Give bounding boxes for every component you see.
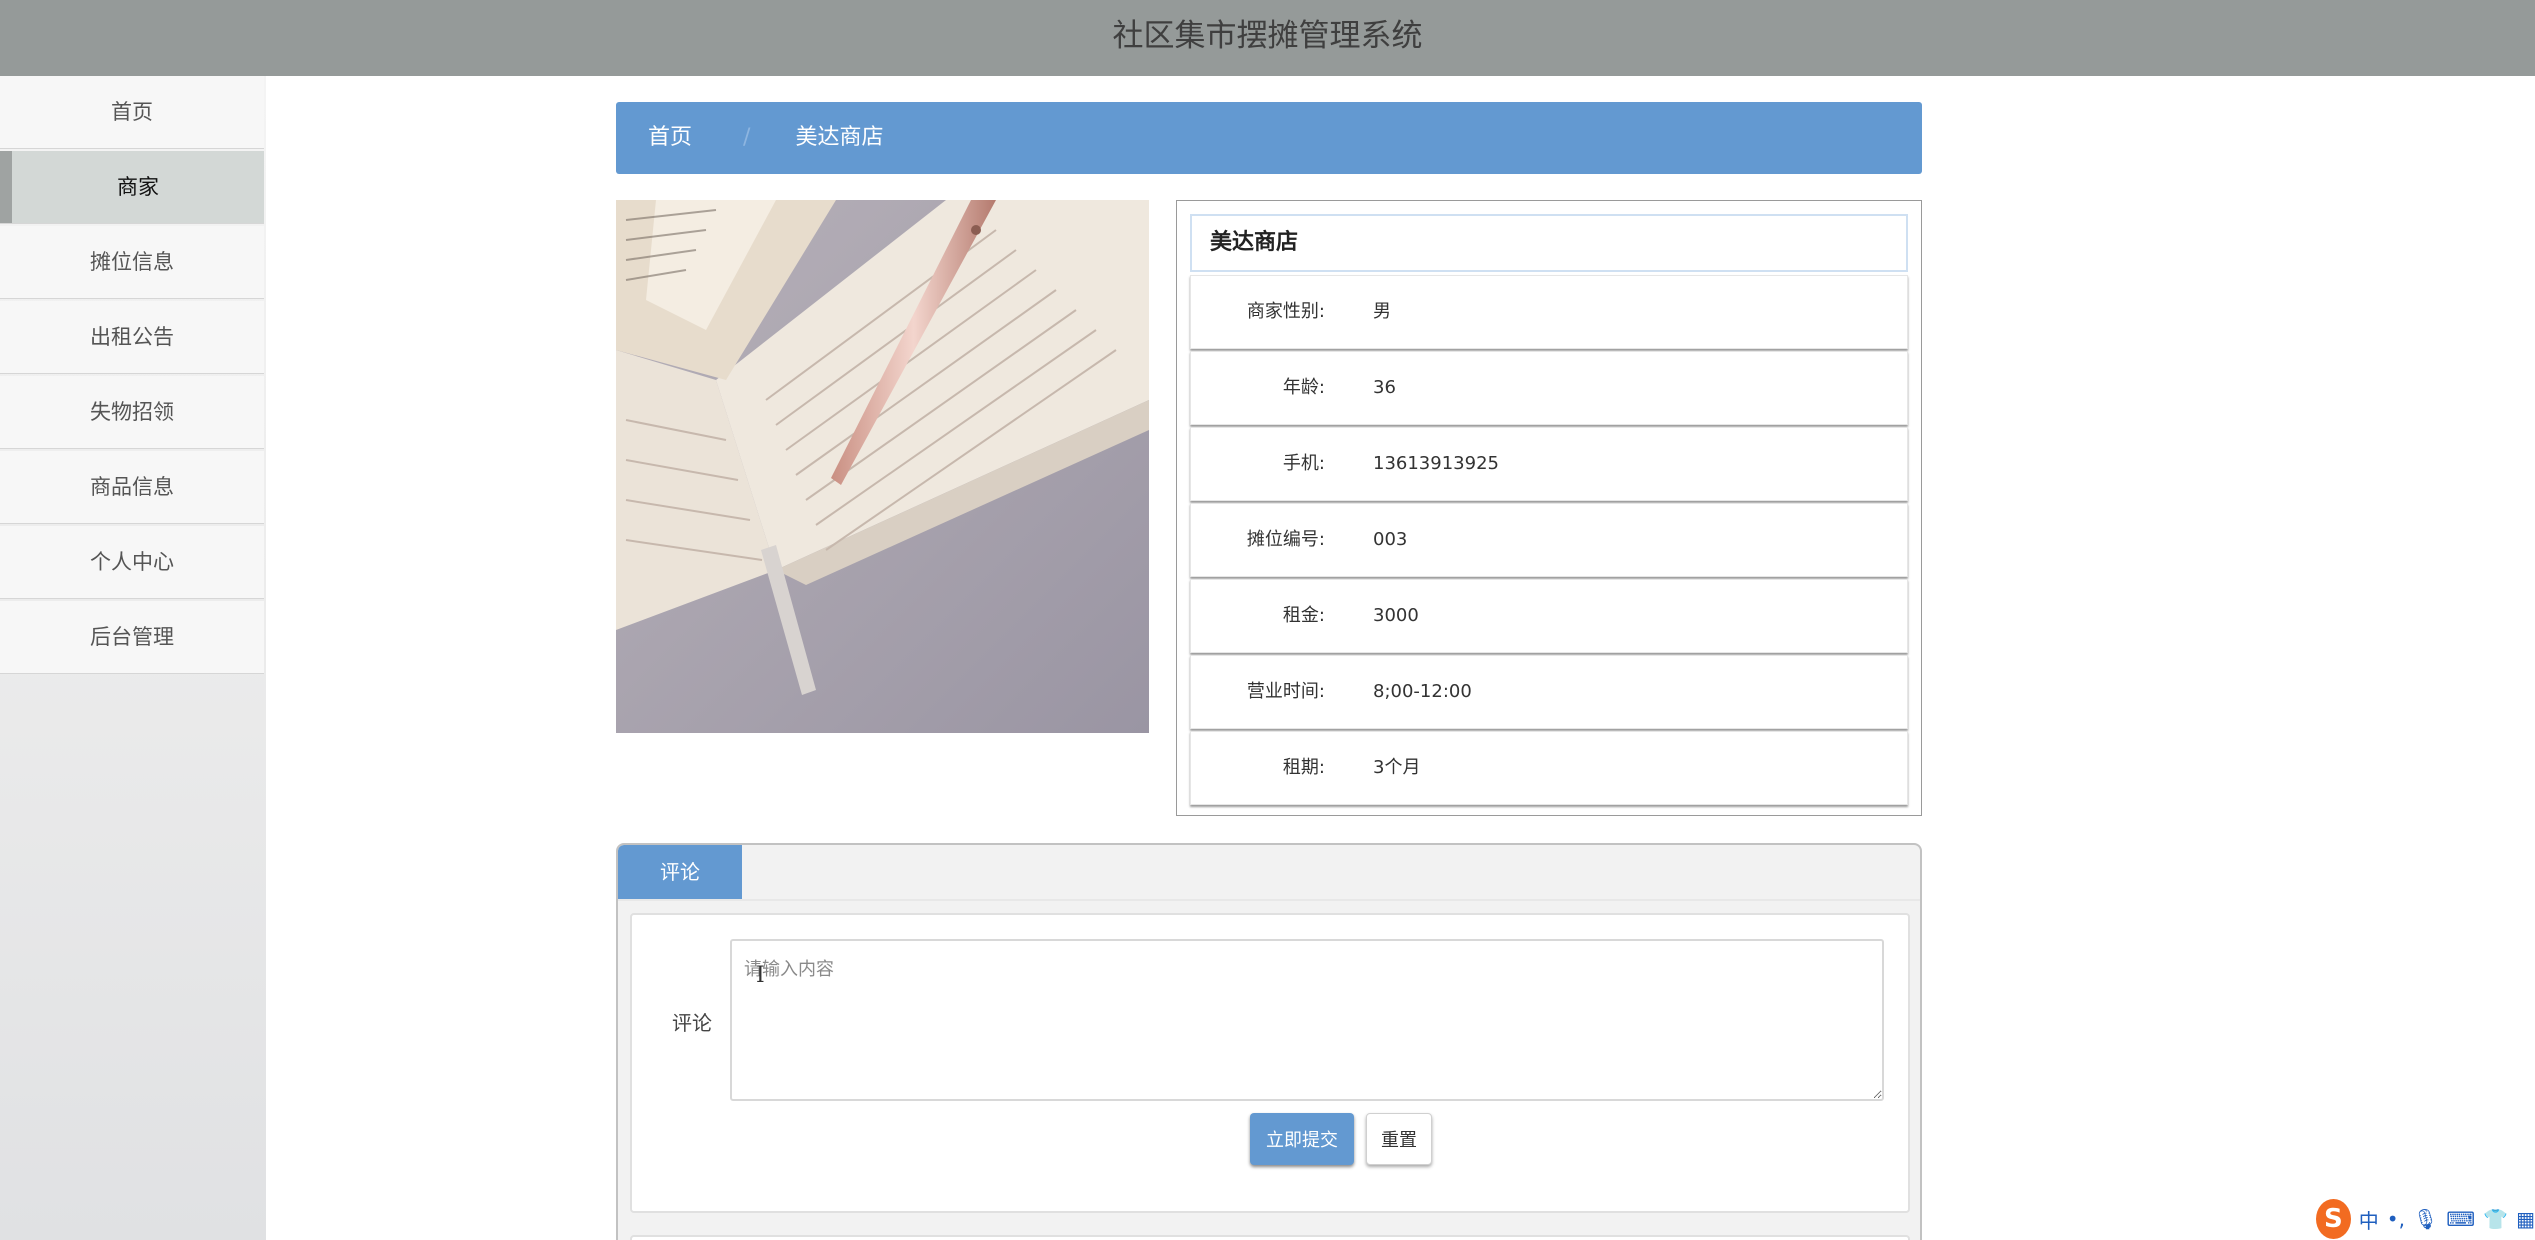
info-row-gender: 商家性别: 男: [1190, 275, 1908, 349]
info-label: 摊位编号:: [1246, 529, 1325, 550]
breadcrumb-home-link[interactable]: 首页: [648, 125, 692, 150]
breadcrumb-current: 美达商店: [795, 125, 884, 150]
sogou-logo-icon[interactable]: S: [2316, 1199, 2351, 1239]
reset-button[interactable]: 重置: [1366, 1113, 1432, 1165]
info-value: 003: [1373, 529, 1408, 550]
merchant-info-panel: 美达商店 商家性别: 男 年龄: 36 手机: 13613913925 摊位编号…: [1176, 200, 1922, 816]
info-label: 营业时间:: [1246, 681, 1325, 702]
comment-input[interactable]: [730, 939, 1884, 1101]
app-title: 社区集市摆摊管理系统: [1112, 18, 1423, 54]
notebook-pen-image: [616, 200, 1149, 733]
info-label: 年龄:: [1282, 377, 1325, 398]
info-value: 13613913925: [1373, 453, 1499, 474]
breadcrumb: 首页 / 美达商店: [616, 102, 1922, 174]
merchant-name: 美达商店: [1190, 214, 1908, 272]
grid-icon[interactable]: ▦: [2516, 1207, 2535, 1231]
info-label: 手机:: [1282, 453, 1325, 474]
info-label: 租金:: [1282, 605, 1325, 626]
ime-toolbar[interactable]: S 中 •, 🎙 ⌨ 👕 ▦: [2312, 1198, 2535, 1240]
ime-punctuation-toggle[interactable]: •,: [2387, 1207, 2405, 1231]
comment-form: 评论 I 立即提交 重置: [630, 913, 1910, 1213]
tab-comments[interactable]: 评论: [618, 845, 742, 899]
ime-mode-toggle[interactable]: 中: [2359, 1205, 2379, 1234]
sidebar-item-admin[interactable]: 后台管理: [0, 601, 264, 674]
sidebar-item-label: 商家: [117, 175, 159, 199]
info-value: 8;00-12:00: [1373, 681, 1472, 702]
sidebar-item-label: 失物招领: [90, 400, 174, 424]
sidebar-item-label: 出租公告: [90, 325, 174, 349]
info-row-phone: 手机: 13613913925: [1190, 427, 1908, 501]
app-header: 社区集市摆摊管理系统: [0, 0, 2535, 76]
sidebar-item-profile[interactable]: 个人中心: [0, 526, 264, 599]
sidebar-item-label: 商品信息: [90, 475, 174, 499]
sidebar-item-merchants[interactable]: 商家: [0, 151, 264, 224]
sidebar-item-stall-info[interactable]: 摊位信息: [0, 226, 264, 299]
comment-section: 评论 评论 I 立即提交 重置: [616, 843, 1922, 1240]
info-row-lease-term: 租期: 3个月: [1190, 731, 1908, 805]
keyboard-icon[interactable]: ⌨: [2446, 1207, 2475, 1231]
info-value: 3个月: [1373, 757, 1421, 778]
sidebar-item-label: 个人中心: [90, 550, 174, 574]
breadcrumb-separator: /: [743, 125, 751, 150]
sidebar-item-label: 首页: [111, 100, 153, 124]
info-row-business-hours: 营业时间: 8;00-12:00: [1190, 655, 1908, 729]
submit-button[interactable]: 立即提交: [1250, 1113, 1354, 1165]
sidebar-item-products[interactable]: 商品信息: [0, 451, 264, 524]
text-cursor-icon: I: [756, 963, 765, 988]
sidebar-item-label: 摊位信息: [90, 250, 174, 274]
mic-icon[interactable]: 🎙: [2413, 1207, 2438, 1231]
info-row-stall-number: 摊位编号: 003: [1190, 503, 1908, 577]
sidebar-item-rental-notices[interactable]: 出租公告: [0, 301, 264, 374]
info-row-age: 年龄: 36: [1190, 351, 1908, 425]
sidebar-item-home[interactable]: 首页: [0, 76, 264, 149]
info-label: 商家性别:: [1246, 301, 1325, 322]
info-label: 租期:: [1282, 757, 1325, 778]
info-value: 36: [1373, 377, 1396, 398]
info-row-rent: 租金: 3000: [1190, 579, 1908, 653]
comment-field-label: 评论: [672, 1011, 712, 1035]
info-value: 3000: [1373, 605, 1419, 626]
shirt-icon[interactable]: 👕: [2483, 1207, 2508, 1231]
comment-list-card: [630, 1235, 1910, 1240]
sidebar-item-label: 后台管理: [90, 625, 174, 649]
sidebar-item-lost-found[interactable]: 失物招领: [0, 376, 264, 449]
merchant-photo: [616, 200, 1149, 733]
sidebar: 首页 商家 摊位信息 出租公告 失物招领 商品信息 个人中心 后台管理: [0, 76, 266, 1240]
tab-divider: [618, 899, 1920, 901]
info-value: 男: [1373, 301, 1391, 322]
